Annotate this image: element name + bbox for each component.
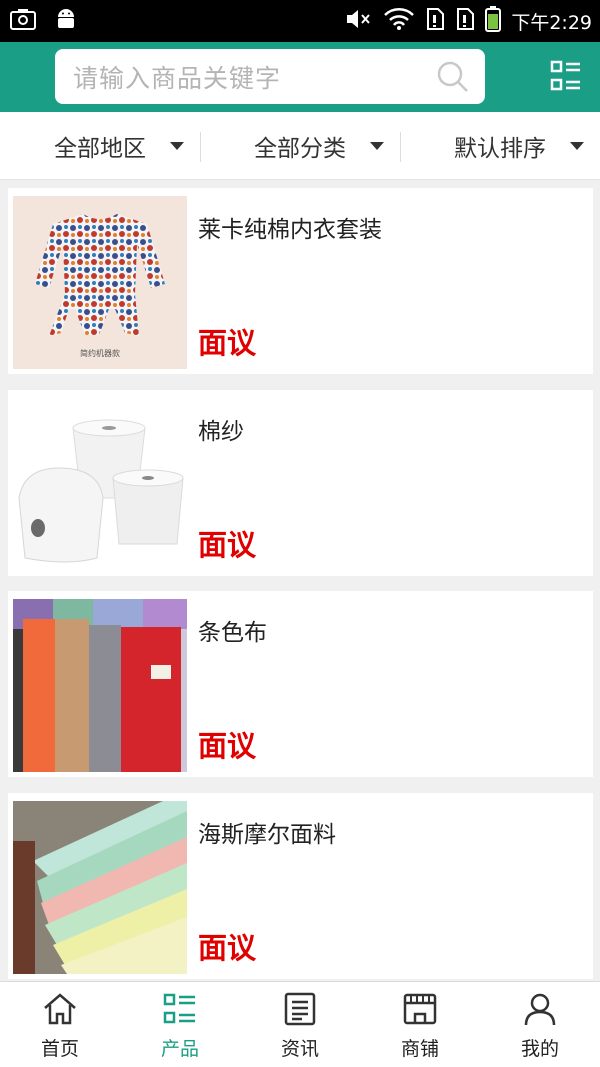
product-title[interactable]: 海斯摩尔面料 [198,815,336,849]
product-title[interactable]: 莱卡纯棉内衣套装 [198,210,382,244]
tab-label: 首页 [40,1038,79,1060]
product-price: 面议 [198,931,257,965]
android-icon [54,7,78,35]
product-card[interactable]: 简约机器款 莱卡纯棉内衣套装 面议 [8,188,593,374]
sim2-icon [455,7,475,35]
product-card[interactable]: 条色布 面议 [8,591,593,777]
tab-label: 资讯 [280,1038,319,1060]
status-time: 下午2:29 [511,11,592,34]
product-image-yarn[interactable] [13,398,187,571]
product-list-icon [162,992,198,1030]
tab-home[interactable]: 首页 [0,982,120,1067]
mute-icon [345,7,373,35]
tab-label: 商铺 [400,1038,439,1060]
product-image-striped-cloth[interactable] [13,599,187,772]
dropdown-caret-icon [370,142,384,150]
sim1-icon [425,7,445,35]
tab-news[interactable]: 资讯 [240,982,360,1067]
tab-label: 产品 [160,1038,199,1060]
filter-label: 默认排序 [454,135,546,162]
search-placeholder: 请输入商品关键字 [73,63,282,93]
product-image-pajama[interactable]: 简约机器款 [13,196,187,369]
product-title[interactable]: 条色布 [198,613,267,647]
product-price: 面议 [198,326,257,360]
store-icon [402,992,438,1030]
filter-bar: 全部地区 全部分类 默认排序 [0,112,600,180]
tab-mine[interactable]: 我的 [480,982,600,1067]
home-icon [42,992,78,1030]
product-card[interactable]: 海斯摩尔面料 面议 [8,793,593,979]
filter-sort-dropdown[interactable]: 默认排序 [400,112,600,179]
battery-icon [485,6,502,36]
filter-region-dropdown[interactable]: 全部地区 [0,112,200,179]
news-icon [282,992,318,1030]
product-price: 面议 [198,729,257,763]
product-image-fabric-swatches[interactable] [13,801,187,974]
search-icon[interactable] [437,61,469,97]
tab-products[interactable]: 产品 [120,982,240,1067]
dropdown-caret-icon [570,142,584,150]
filter-label: 全部分类 [254,135,346,162]
tab-label: 我的 [520,1038,559,1060]
search-input[interactable]: 请输入商品关键字 [55,49,485,104]
header-bar: 请输入商品关键字 [0,42,600,112]
screenshot-icon [10,8,36,34]
product-title[interactable]: 棉纱 [198,412,244,446]
bottom-tab-bar: 首页 产品 资讯 商铺 我的 [0,981,600,1067]
category-menu-icon[interactable] [550,60,582,96]
user-icon [522,992,558,1030]
tab-store[interactable]: 商铺 [360,982,480,1067]
dropdown-caret-icon [170,142,184,150]
filter-category-dropdown[interactable]: 全部分类 [200,112,400,179]
status-bar: 下午2:29 [0,0,600,42]
product-price: 面议 [198,528,257,562]
filter-label: 全部地区 [54,135,146,162]
wifi-icon [383,7,415,35]
image-caption: 简约机器款 [80,348,120,358]
product-card[interactable]: 棉纱 面议 [8,390,593,576]
